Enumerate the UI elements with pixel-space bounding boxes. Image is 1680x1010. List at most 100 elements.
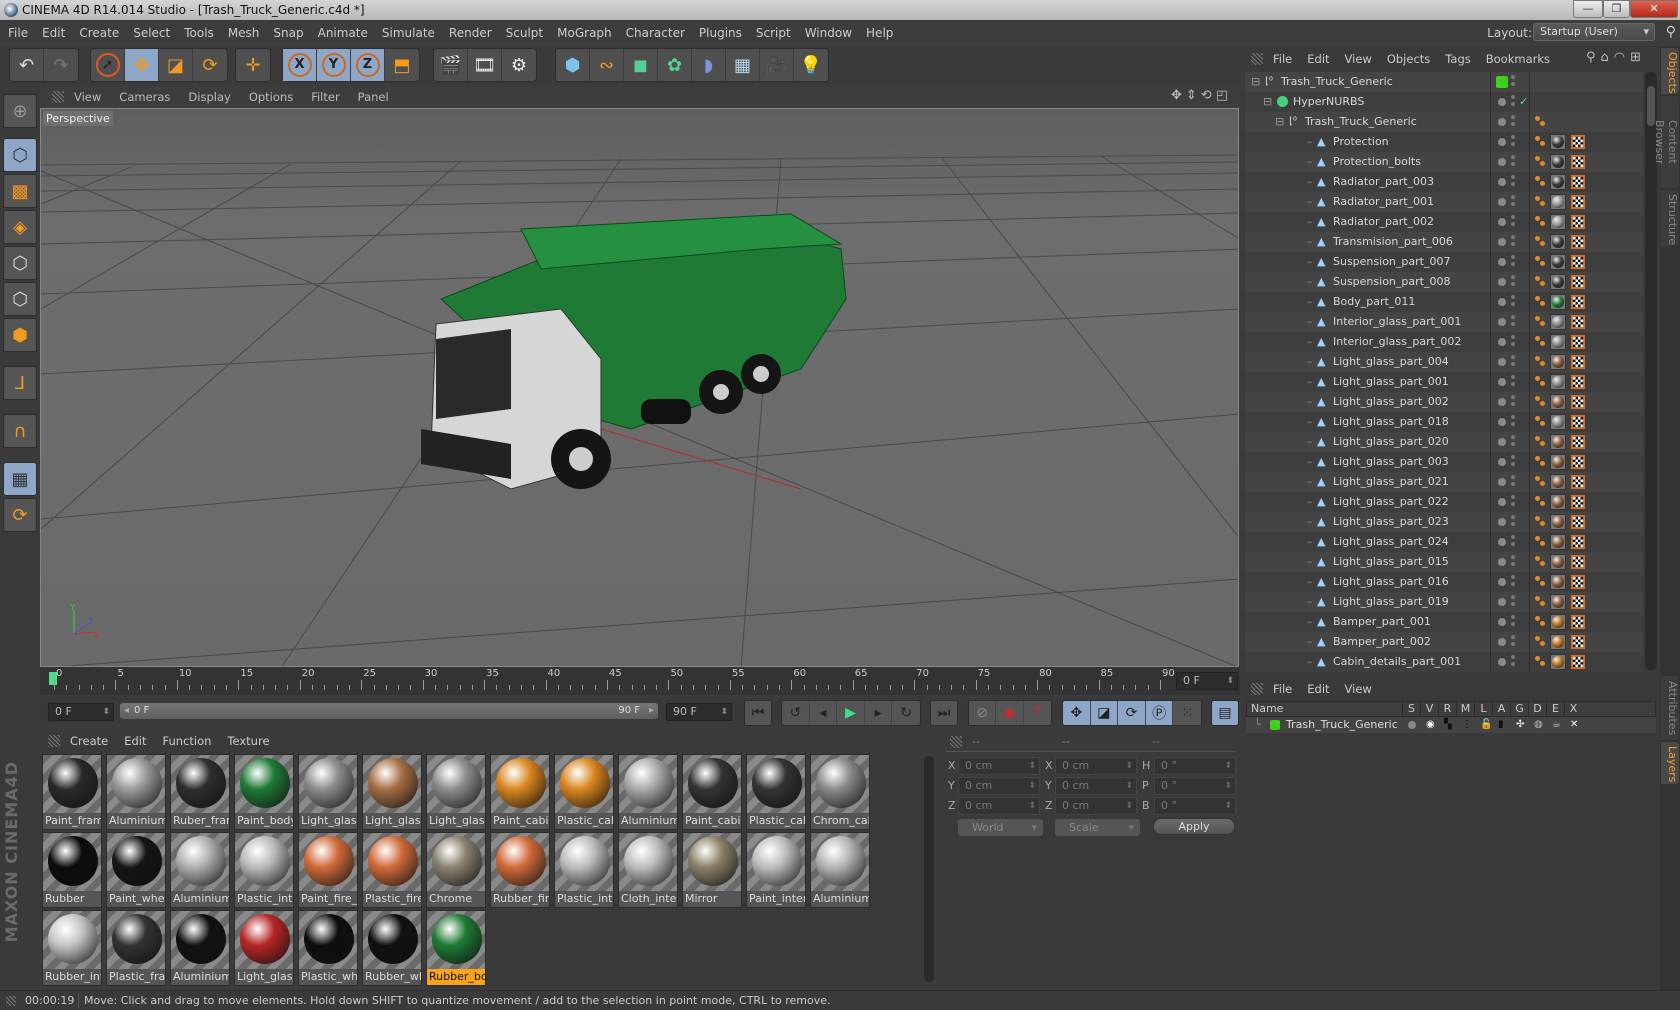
render-visibility-dots[interactable] xyxy=(1511,295,1515,299)
texture-tag-icon[interactable] xyxy=(1550,434,1566,450)
render-visibility-dots[interactable] xyxy=(1511,195,1515,199)
y-axis-lock-button[interactable]: Y xyxy=(317,49,351,81)
material-swatch[interactable]: Rubber_fir xyxy=(490,832,550,908)
object-row[interactable]: – ▲ Light_glass_part_019 xyxy=(1245,592,1643,612)
material-swatch[interactable]: Paint_whee xyxy=(106,832,166,908)
camera-icon[interactable]: 🎥 xyxy=(760,49,794,81)
pos-z-field[interactable]: 0 cm xyxy=(958,797,1040,815)
layer-menu-view[interactable]: View xyxy=(1345,682,1372,696)
solo-toggle[interactable] xyxy=(1408,721,1416,729)
phong-tag-icon[interactable] xyxy=(1535,556,1540,561)
x-axis-lock-button[interactable]: X xyxy=(283,49,317,81)
layer-menu-file[interactable]: File xyxy=(1273,682,1292,696)
object-row[interactable]: – ▲ Light_glass_part_004 xyxy=(1245,352,1643,372)
object-row[interactable]: – ▲ Transmision_part_006 xyxy=(1245,232,1643,252)
panel-grip-icon[interactable] xyxy=(1251,683,1263,695)
material-swatch[interactable]: Rubber_int xyxy=(42,910,102,986)
uvw-tag-icon[interactable] xyxy=(1571,475,1585,489)
phong-tag-icon[interactable] xyxy=(1535,336,1540,341)
object-menu-view[interactable]: View xyxy=(1345,52,1372,66)
timeline-icon[interactable]: ▤ xyxy=(1212,701,1238,725)
material-swatch[interactable]: Plastic_inte xyxy=(554,832,614,908)
texture-tag-icon[interactable] xyxy=(1550,574,1566,590)
object-row[interactable]: – ▲ Radiator_part_003 xyxy=(1245,172,1643,192)
object-name[interactable]: Bamper_part_002 xyxy=(1333,632,1431,652)
render-visibility-dots[interactable] xyxy=(1511,155,1515,159)
uvw-tag-icon[interactable] xyxy=(1571,275,1585,289)
editor-visibility-dot[interactable] xyxy=(1498,538,1506,546)
editor-visibility-dot[interactable] xyxy=(1498,458,1506,466)
collapse-icon[interactable]: ⊟ xyxy=(1275,112,1284,132)
menu-select[interactable]: Select xyxy=(133,26,170,40)
uvw-tag-icon[interactable] xyxy=(1571,495,1585,509)
material-swatch[interactable]: Aluminium_ xyxy=(618,754,678,830)
object-name[interactable]: Body_part_011 xyxy=(1333,292,1415,312)
phong-tag-icon[interactable] xyxy=(1535,476,1540,481)
rot-p-field[interactable]: 0 ° xyxy=(1154,777,1236,795)
material-swatch[interactable]: Aluminium_ xyxy=(810,832,870,908)
material-swatch[interactable]: Rubber xyxy=(42,832,102,908)
rotation-key-icon[interactable]: ⟳ xyxy=(1118,701,1146,725)
render-visibility-dots[interactable] xyxy=(1511,615,1515,619)
object-name[interactable]: Protection_bolts xyxy=(1333,152,1421,172)
editor-visibility-dot[interactable] xyxy=(1498,518,1506,526)
uvw-tag-icon[interactable] xyxy=(1571,455,1585,469)
material-swatch[interactable]: Light_glass xyxy=(426,754,486,830)
material-swatch[interactable]: Paint_fram xyxy=(42,754,102,830)
object-row[interactable]: – ▲ Body_part_011 xyxy=(1245,292,1643,312)
object-row[interactable]: – ▲ Interior_glass_part_001 xyxy=(1245,312,1643,332)
render-visibility-dots[interactable] xyxy=(1511,415,1515,419)
material-swatch[interactable]: Paint_fire_e xyxy=(298,832,358,908)
transform-mode-dropdown[interactable]: Scale xyxy=(1055,819,1140,836)
texture-mode-icon[interactable]: ▩ xyxy=(3,174,37,208)
object-name[interactable]: Interior_glass_part_002 xyxy=(1333,332,1461,352)
layer-color-swatch[interactable] xyxy=(1270,720,1280,730)
expression-icon[interactable]: ☕ xyxy=(1552,717,1561,733)
uvw-tag-icon[interactable] xyxy=(1571,175,1585,189)
object-name[interactable]: Light_glass_part_016 xyxy=(1333,572,1449,592)
material-menu-function[interactable]: Function xyxy=(163,734,212,748)
scale-key-icon[interactable]: ◪ xyxy=(1091,701,1119,725)
phong-tag-icon[interactable] xyxy=(1535,636,1540,641)
mograph-cloner-icon[interactable]: ✿ xyxy=(658,49,692,81)
panel-grip-icon[interactable] xyxy=(52,91,64,103)
uvw-tag-icon[interactable] xyxy=(1571,135,1585,149)
phong-tag-icon[interactable] xyxy=(1535,416,1540,421)
next-keyframe-icon[interactable]: ↻ xyxy=(892,701,920,725)
collapse-icon[interactable]: ⊟ xyxy=(1263,92,1272,112)
object-name[interactable]: Interior_glass_part_001 xyxy=(1333,312,1461,332)
phong-tag-icon[interactable] xyxy=(1535,116,1540,121)
eye-icon[interactable]: ◠ xyxy=(1614,50,1630,65)
phong-tag-icon[interactable] xyxy=(1535,176,1540,181)
material-swatch[interactable]: Aluminium_ xyxy=(106,754,166,830)
move-icon[interactable]: ✥ xyxy=(125,49,159,81)
editor-visibility-dot[interactable] xyxy=(1498,478,1506,486)
material-swatch[interactable]: Mirror xyxy=(682,832,742,908)
material-swatch[interactable]: Paint_body xyxy=(234,754,294,830)
layer-col-locked[interactable]: L xyxy=(1474,702,1492,716)
render-visibility-dots[interactable] xyxy=(1511,115,1515,119)
start-frame-field[interactable]: 0 F xyxy=(48,703,114,721)
menu-plugins[interactable]: Plugins xyxy=(699,26,742,40)
texture-tag-icon[interactable] xyxy=(1550,174,1566,190)
object-row[interactable]: – ▲ Bamper_part_001 xyxy=(1245,612,1643,632)
editor-visibility-dot[interactable] xyxy=(1498,138,1506,146)
editor-visibility-dot[interactable] xyxy=(1498,218,1506,226)
texture-tag-icon[interactable] xyxy=(1550,354,1566,370)
object-row[interactable]: – ▲ Light_glass_part_020 xyxy=(1245,432,1643,452)
phong-tag-icon[interactable] xyxy=(1535,376,1540,381)
uvw-tag-icon[interactable] xyxy=(1571,575,1585,589)
object-name[interactable]: Radiator_part_001 xyxy=(1333,192,1434,212)
material-swatch[interactable]: Aluminium_ xyxy=(170,832,230,908)
phong-tag-icon[interactable] xyxy=(1535,656,1540,661)
object-menu-file[interactable]: File xyxy=(1273,52,1292,66)
material-swatch[interactable]: Plastic_whe xyxy=(298,910,358,986)
rotate-icon[interactable]: ⟳ xyxy=(193,49,227,81)
object-name[interactable]: Cabin_details_part_001 xyxy=(1333,652,1461,672)
maximize-button[interactable]: ❐ xyxy=(1603,0,1630,18)
material-swatch[interactable]: Cloth_inter xyxy=(618,832,678,908)
render-settings-icon[interactable]: ⚙ xyxy=(502,49,536,81)
editor-visibility-dot[interactable] xyxy=(1498,278,1506,286)
enabled-check-icon[interactable]: ✓ xyxy=(1519,92,1528,112)
texture-tag-icon[interactable] xyxy=(1550,274,1566,290)
